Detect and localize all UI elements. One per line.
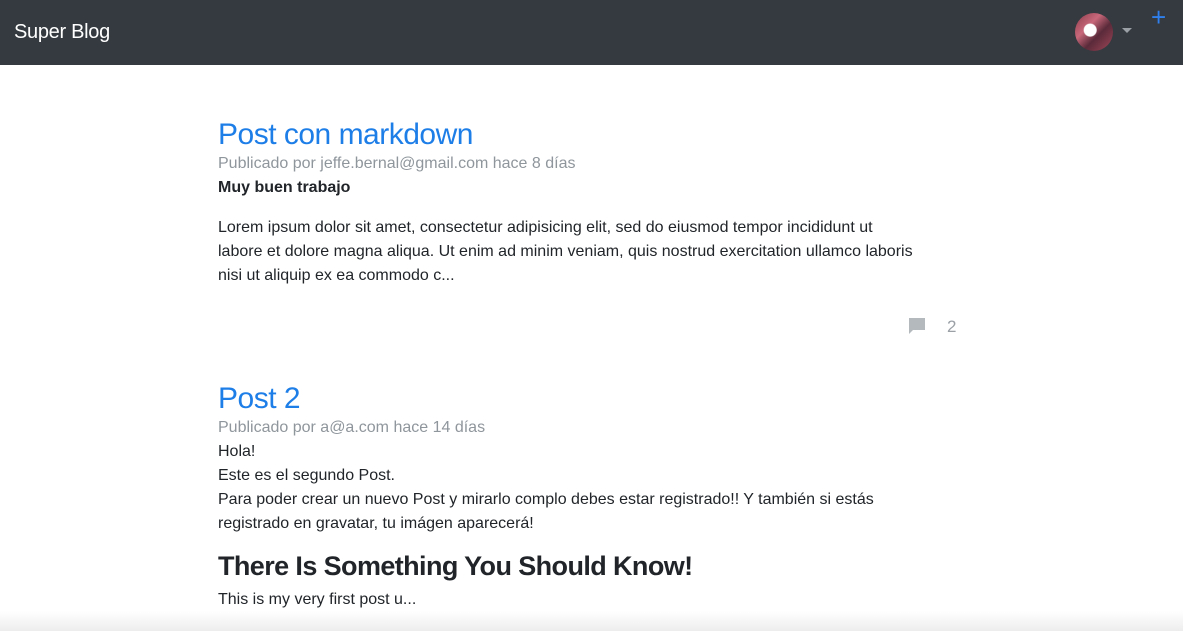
user-avatar[interactable] [1075,13,1113,51]
excerpt-line: Lorem ipsum dolor sit amet, consectetur … [218,219,873,236]
comment-count: 2 [947,317,957,336]
bottom-fade [0,611,1183,631]
caret-down-icon[interactable] [1122,28,1132,33]
post-card: Post con markdown Publicado por jeffe.be… [218,117,968,288]
post-excerpt: Hola! Este es el segundo Post. Para pode… [218,440,968,536]
user-menu-toggle[interactable] [1075,13,1137,51]
add-post-button[interactable]: + [1151,2,1166,32]
post-heading: There Is Something You Should Know! [218,551,693,581]
excerpt-line: Para poder crear un nuevo Post y mirarlo… [218,491,874,508]
excerpt-line: This is my very first post u... [218,591,417,608]
excerpt-line: registrado en gravatar, tu imágen aparec… [218,515,534,532]
post-title-link[interactable]: Post con markdown [218,117,473,153]
comments-link[interactable]: 2 [908,317,968,339]
post-meta: Publicado por jeffe.bernal@gmail.com hac… [218,155,576,172]
excerpt-line: labore et dolore magna aliqua. Ut enim a… [218,243,913,260]
brand-link[interactable]: Super Blog [14,20,110,44]
excerpt-line: Hola! [218,443,256,460]
post-meta: Publicado por a@a.com hace 14 días [218,419,486,436]
excerpt-line: Este es el segundo Post. [218,467,395,484]
post-excerpt: Lorem ipsum dolor sit amet, consectetur … [218,216,968,288]
post-card: Post 2 Publicado por a@a.com hace 14 día… [218,381,968,612]
post-title-link[interactable]: Post 2 [218,381,301,417]
top-navbar: Super Blog + [0,0,1183,65]
comment-icon [909,318,925,334]
excerpt-line: nisi ut aliquip ex ea commodo c... [218,267,455,284]
post-bold-text: Muy buen trabajo [218,179,351,196]
